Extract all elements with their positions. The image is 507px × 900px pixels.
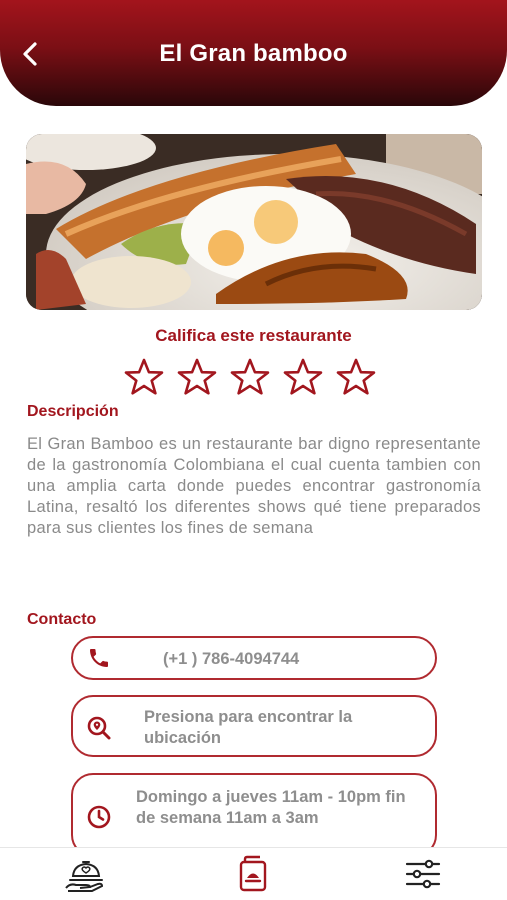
phone-button[interactable]: (+1 ) 786-4094744: [71, 636, 437, 680]
location-text: Presiona para encontrar la ubicación: [144, 708, 353, 747]
contact-heading: Contacto: [27, 611, 97, 628]
nav-menu-dish[interactable]: [62, 854, 110, 894]
clock-icon: [85, 803, 113, 831]
star-icon[interactable]: [177, 358, 217, 396]
hours-text: Domingo a jueves 11am - 10pm fin de sema…: [136, 788, 406, 827]
phone-number: (+1 ) 786-4094744: [163, 650, 300, 668]
star-icon[interactable]: [124, 358, 164, 396]
rating-title: Califica este restaurante: [155, 326, 352, 345]
restaurant-photo: [26, 134, 482, 310]
page-title: El Gran bamboo: [159, 40, 348, 67]
location-search-icon: [85, 714, 113, 742]
nav-filters[interactable]: [399, 854, 447, 894]
star-rating: [124, 358, 376, 396]
description-text: El Gran Bamboo es un restaurante bar dig…: [27, 435, 481, 537]
phone-icon: [85, 644, 113, 672]
star-icon[interactable]: [336, 358, 376, 396]
star-icon[interactable]: [230, 358, 270, 396]
app-header: El Gran bamboo: [0, 0, 507, 106]
description-heading: Descripción: [27, 403, 119, 420]
star-icon[interactable]: [283, 358, 323, 396]
bottom-nav: [0, 847, 507, 900]
nav-reservations[interactable]: [229, 854, 277, 894]
cloche-dish-icon: [65, 861, 104, 892]
hours-info[interactable]: Domingo a jueves 11am - 10pm fin de sema…: [71, 773, 437, 857]
booking-card-icon: [239, 855, 267, 892]
location-button[interactable]: Presiona para encontrar la ubicación: [71, 695, 437, 757]
sliders-icon: [405, 859, 441, 889]
